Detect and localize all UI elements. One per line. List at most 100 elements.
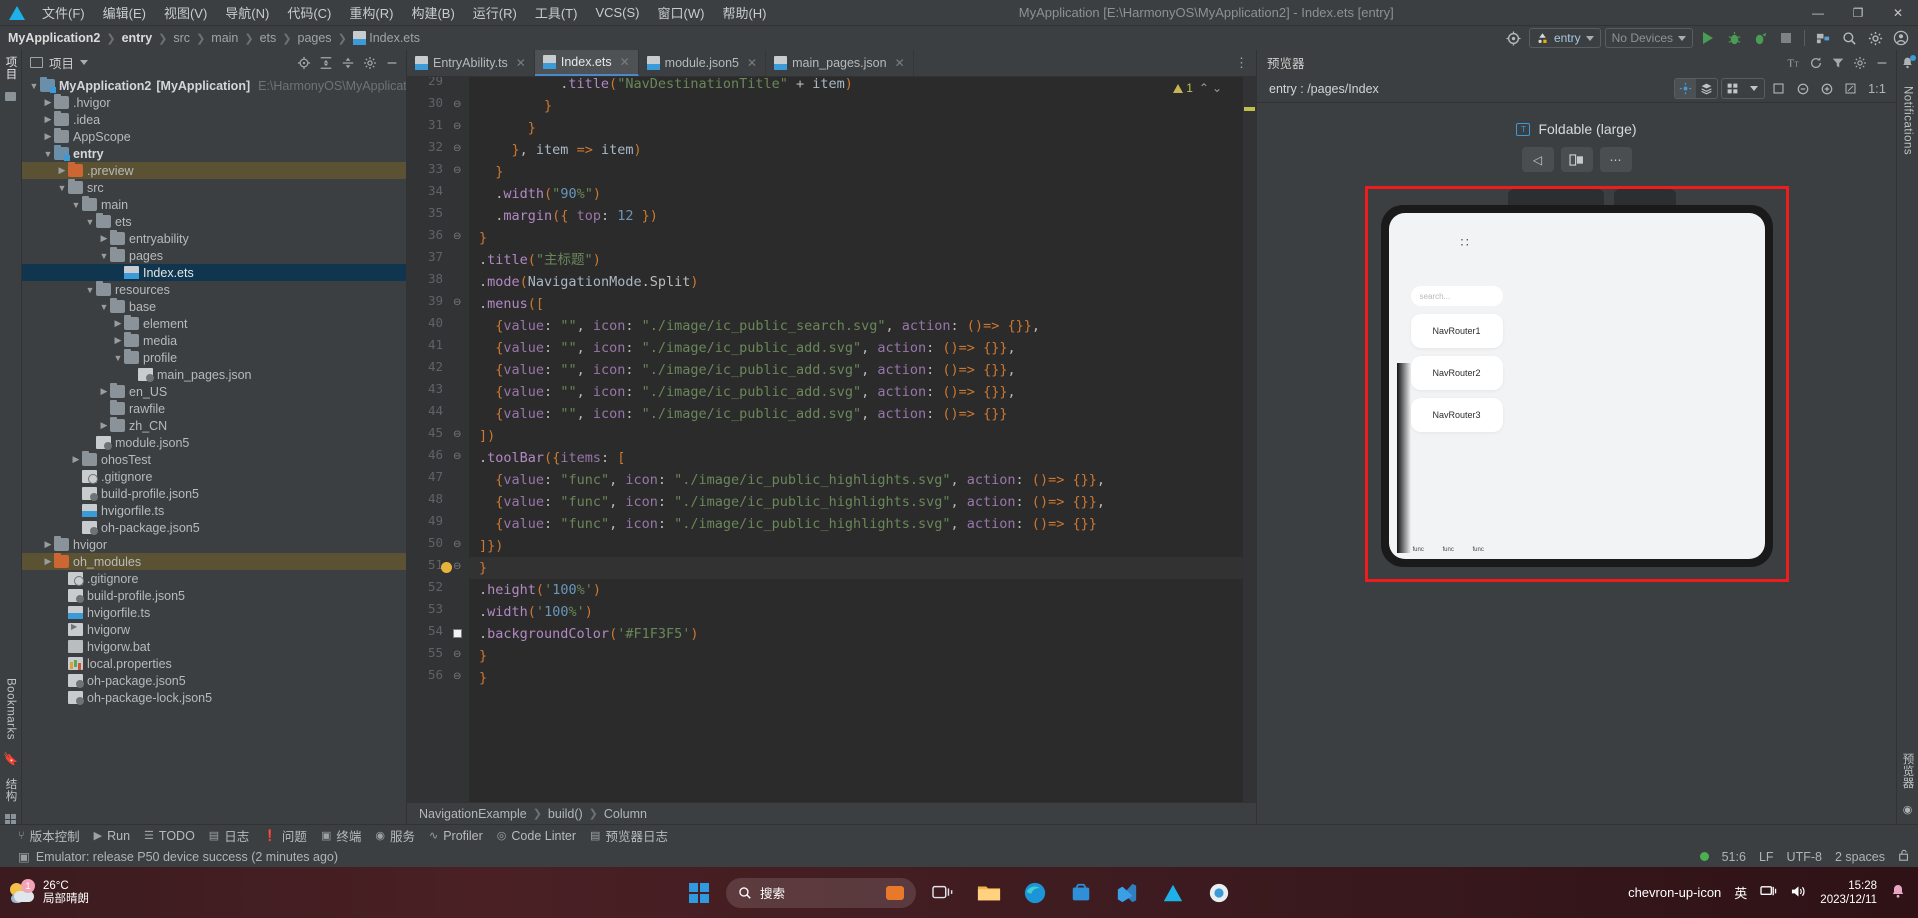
chevron-up-icon[interactable]: ⌃: [1199, 81, 1209, 95]
tree-node--gitignore[interactable]: .gitignore: [22, 468, 406, 485]
chevron-right-icon[interactable]: ▶: [42, 131, 54, 142]
tree-node-ohostest[interactable]: ▶ ohosTest: [22, 451, 406, 468]
nav-router-card-3[interactable]: NavRouter3: [1410, 398, 1503, 432]
color-swatch-gutter-icon[interactable]: [453, 629, 462, 638]
tree-node-hvigorw[interactable]: hvigorw: [22, 621, 406, 638]
hide-panel-icon[interactable]: [382, 53, 402, 73]
chevron-right-icon[interactable]: ▶: [112, 318, 124, 329]
chevron-down-icon[interactable]: ▼: [98, 302, 110, 312]
gear-icon[interactable]: [1850, 53, 1870, 73]
warning-badge[interactable]: 1 ⌃ ⌄: [1173, 81, 1222, 95]
structure-breadcrumb-item-2[interactable]: Column: [604, 807, 647, 821]
nav-router-card-1[interactable]: NavRouter1: [1410, 314, 1503, 348]
maximize-button[interactable]: ❐: [1838, 0, 1878, 26]
tree-node-build-profile-json5[interactable]: build-profile.json5: [22, 587, 406, 604]
toolbar-item-2[interactable]: func: [1443, 547, 1454, 553]
notifications-icon[interactable]: [1901, 55, 1916, 72]
menu-item-7[interactable]: 运行(R): [465, 0, 525, 25]
bell-icon[interactable]: [1890, 883, 1906, 902]
chevron-right-icon[interactable]: ▶: [42, 97, 54, 108]
zoom-in-icon[interactable]: [1816, 79, 1837, 98]
tree-node-en-us[interactable]: ▶ en_US: [22, 383, 406, 400]
emulator-icon[interactable]: [1200, 874, 1238, 912]
menu-item-2[interactable]: 视图(V): [156, 0, 215, 25]
editor-tab-entryability-ts[interactable]: EntryAbility.ts ✕: [407, 50, 535, 76]
tool-window---[interactable]: ▣ 终端: [321, 826, 361, 845]
chevron-right-icon[interactable]: ▶: [98, 386, 110, 397]
stripe-item-project[interactable]: 项目: [3, 56, 19, 80]
tool-window---[interactable]: ▤ 日志: [209, 826, 249, 845]
tree-node-main[interactable]: ▼ main: [22, 196, 406, 213]
chevron-down-icon[interactable]: ▼: [28, 81, 40, 91]
close-tab-icon[interactable]: ✕: [895, 56, 905, 70]
menu-item-11[interactable]: 帮助(H): [714, 0, 774, 25]
target-icon[interactable]: [1503, 28, 1525, 48]
device-manager-icon[interactable]: [1812, 28, 1834, 48]
chevron-down-icon[interactable]: ▼: [84, 285, 96, 295]
tool-window-profiler[interactable]: ∿ Profiler: [429, 829, 483, 843]
tabs-more-icon[interactable]: ⋮: [1227, 50, 1256, 76]
zoom-level-label[interactable]: 1:1: [1864, 79, 1890, 98]
fold-icon[interactable]: [1560, 147, 1593, 172]
tree-node-base[interactable]: ▼ base: [22, 298, 406, 315]
editor-tabs[interactable]: EntryAbility.ts ✕ Index.ets ✕ module.json5 ✕ m…: [407, 50, 1256, 77]
file-encoding[interactable]: UTF-8: [1787, 850, 1822, 864]
breadcrumb-item-1[interactable]: entry: [120, 31, 155, 45]
caret-position[interactable]: 51:6: [1722, 850, 1746, 864]
eye-icon[interactable]: ◉: [1903, 803, 1913, 816]
breadcrumb-item-6[interactable]: Index.ets: [351, 31, 422, 45]
chevron-right-icon[interactable]: ▶: [42, 556, 54, 567]
edge-icon[interactable]: [1016, 874, 1054, 912]
inspection-status-icon[interactable]: [1699, 852, 1709, 861]
code-fold-icon[interactable]: ⊖: [453, 143, 461, 154]
tool-window-run[interactable]: ▶ Run: [94, 829, 130, 843]
inspector-toggle-group[interactable]: [1674, 78, 1718, 99]
menu-item-10[interactable]: 窗口(W): [650, 0, 713, 25]
tree-node-src[interactable]: ▼ src: [22, 179, 406, 196]
device-selector[interactable]: No Devices: [1604, 28, 1693, 48]
stripe-item-bookmarks[interactable]: Bookmarks: [5, 678, 17, 740]
tree-node-hvigorw-bat[interactable]: hvigorw.bat: [22, 638, 406, 655]
tree-node-hvigorfile-ts[interactable]: hvigorfile.ts: [22, 604, 406, 621]
chevron-down-icon[interactable]: ▼: [84, 217, 96, 227]
ime-indicator[interactable]: 英: [1734, 883, 1747, 902]
chevron-down-icon[interactable]: ▼: [98, 251, 110, 261]
project-tree[interactable]: ▼ MyApplication2 [MyApplication] E:\Harmony…: [22, 75, 406, 824]
tree-node-main-pages-json[interactable]: main_pages.json: [22, 366, 406, 383]
menu-item-0[interactable]: 文件(F): [34, 0, 93, 25]
tree-node-build-profile-json5[interactable]: build-profile.json5: [22, 485, 406, 502]
unlocked-icon[interactable]: [1898, 849, 1910, 865]
chevron-down-icon[interactable]: [80, 60, 89, 65]
code-fold-icon[interactable]: ⊖: [453, 121, 461, 132]
fit-to-screen-icon[interactable]: [1840, 79, 1861, 98]
menu-item-3[interactable]: 导航(N): [217, 0, 277, 25]
tool-window-code-linter[interactable]: ◎ Code Linter: [497, 829, 576, 843]
code-fold-icon[interactable]: ⊖: [453, 429, 461, 440]
chevron-down-icon[interactable]: ▼: [112, 353, 124, 363]
chevron-up-icon[interactable]: chevron-up-icon: [1628, 885, 1721, 900]
layers-icon[interactable]: [1696, 79, 1717, 98]
drag-handle-icon[interactable]: ∷: [1461, 235, 1471, 251]
tree-node-oh-package-json5[interactable]: oh-package.json5: [22, 519, 406, 536]
tree-node-entry[interactable]: ▼ entry: [22, 145, 406, 162]
stripe-item-structure[interactable]: 结构: [3, 778, 19, 802]
vscode-icon[interactable]: [1108, 874, 1146, 912]
tool-window-bar[interactable]: ⑂ 版本控制 ▶ Run ☰ TODO ▤ 日志 ❗ 问题 ▣ 终端 ◉ 服务 ∿ Profiler ◎ Code…: [0, 824, 1918, 846]
filter-icon[interactable]: [1828, 53, 1848, 73]
warning-marker[interactable]: [1244, 107, 1255, 111]
stripe-item-notifications[interactable]: Notifications: [1902, 86, 1914, 155]
tree-node-entryability[interactable]: ▶ entryability: [22, 230, 406, 247]
chevron-down-icon[interactable]: ▼: [42, 149, 54, 159]
tool-window---[interactable]: ❗ 问题: [263, 826, 307, 845]
chevron-right-icon[interactable]: ▶: [56, 165, 68, 176]
debug-icon[interactable]: [1723, 28, 1745, 48]
editor-bottom-breadcrumb[interactable]: NavigationExample ❯ build() ❯ Column: [407, 802, 1256, 824]
taskbar-search-box[interactable]: 搜索: [726, 877, 916, 908]
toolbar-item-1[interactable]: func: [1413, 547, 1424, 553]
chevron-right-icon[interactable]: ▶: [98, 420, 110, 431]
code-fold-icon[interactable]: ⊖: [453, 99, 461, 110]
refresh-icon[interactable]: [1806, 53, 1826, 73]
chevron-right-icon[interactable]: ▶: [98, 233, 110, 244]
tool-window---[interactable]: ◉ 服务: [375, 826, 415, 845]
stripe-item-previewer[interactable]: 预览器: [1900, 753, 1916, 789]
